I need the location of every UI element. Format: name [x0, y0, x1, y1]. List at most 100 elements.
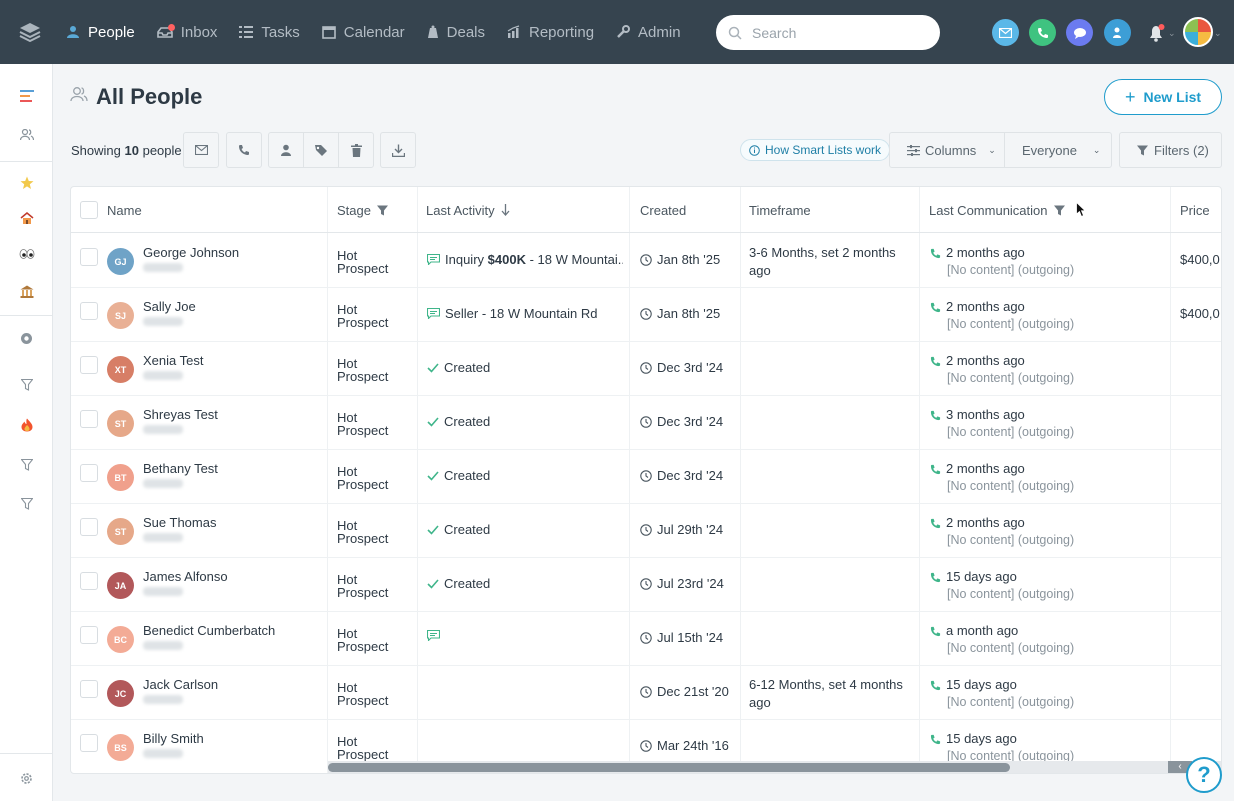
- stage-cell[interactable]: Hot Prospect: [337, 627, 407, 653]
- filters-button[interactable]: Filters (2): [1119, 132, 1222, 168]
- header-last-communication[interactable]: Last Communication: [929, 187, 1065, 233]
- table-row[interactable]: SJ Sally Joe Hot Prospect Seller - 18 W Mou…: [71, 288, 1221, 342]
- person-name-link[interactable]: Benedict Cumberbatch: [143, 623, 275, 638]
- people-group-icon[interactable]: [0, 123, 53, 147]
- row-checkbox[interactable]: [80, 464, 98, 482]
- delete-button[interactable]: [338, 132, 374, 168]
- row-checkbox[interactable]: [80, 410, 98, 428]
- stage-cell[interactable]: Hot Prospect: [337, 519, 407, 545]
- nav-admin[interactable]: Admin: [610, 0, 697, 64]
- horizontal-scrollbar[interactable]: ‹: [328, 761, 1221, 773]
- gear-badge-icon[interactable]: [0, 326, 53, 350]
- filter-icon[interactable]: [1053, 205, 1065, 216]
- nav-calendar[interactable]: Calendar: [316, 0, 421, 64]
- stage-cell[interactable]: Hot Prospect: [337, 357, 407, 383]
- stage-cell[interactable]: Hot Prospect: [337, 735, 407, 761]
- new-list-button[interactable]: + New List: [1104, 79, 1222, 115]
- last-communication-cell: 2 months ago: [930, 245, 1025, 260]
- table-row[interactable]: GJ George Johnson Hot Prospect Inquiry $400…: [71, 234, 1221, 288]
- person-name-link[interactable]: Sally Joe: [143, 299, 196, 314]
- lists-icon[interactable]: [0, 84, 53, 108]
- fire-icon[interactable]: [0, 413, 53, 437]
- everyone-dropdown[interactable]: Everyone ⌄: [1004, 132, 1112, 168]
- filter-icon[interactable]: [376, 205, 388, 216]
- person-name-link[interactable]: George Johnson: [143, 245, 239, 260]
- header-timeframe[interactable]: Timeframe: [749, 187, 811, 233]
- person-name-link[interactable]: Xenia Test: [143, 353, 203, 368]
- nav-people[interactable]: People: [60, 0, 151, 64]
- header-stage[interactable]: Stage: [337, 187, 388, 233]
- person-name-link[interactable]: Bethany Test: [143, 461, 218, 476]
- dialer-shortcut-button[interactable]: [1104, 19, 1131, 46]
- table-row[interactable]: BC Benedict Cumberbatch Hot Prospect Jul 15…: [71, 612, 1221, 666]
- smart-lists-help-link[interactable]: How Smart Lists work: [740, 139, 891, 161]
- eyes-icon[interactable]: [0, 242, 53, 266]
- notifications-chevron-icon[interactable]: ⌄: [1168, 28, 1176, 39]
- columns-dropdown[interactable]: Columns ⌄: [889, 132, 1005, 168]
- chat-shortcut-button[interactable]: [1066, 19, 1093, 46]
- table-row[interactable]: ST Sue Thomas Hot Prospect Created Jul 29th …: [71, 504, 1221, 558]
- stage-cell[interactable]: Hot Prospect: [337, 465, 407, 491]
- select-all-checkbox[interactable]: [80, 201, 98, 219]
- nav-reporting[interactable]: Reporting: [501, 0, 610, 64]
- scrollbar-thumb[interactable]: [328, 763, 1010, 772]
- header-name[interactable]: Name: [107, 187, 142, 233]
- person-name-link[interactable]: Billy Smith: [143, 731, 204, 746]
- nav-tasks[interactable]: Tasks: [233, 0, 315, 64]
- user-avatar[interactable]: [1183, 17, 1213, 47]
- row-checkbox[interactable]: [80, 680, 98, 698]
- table-row[interactable]: JA James Alfonso Hot Prospect Created Jul 23…: [71, 558, 1221, 612]
- house-icon[interactable]: [0, 206, 53, 230]
- row-checkbox[interactable]: [80, 572, 98, 590]
- last-communication-cell: 15 days ago: [930, 731, 1017, 746]
- row-checkbox[interactable]: [80, 302, 98, 320]
- row-checkbox[interactable]: [80, 626, 98, 644]
- table-row[interactable]: JC Jack Carlson Hot Prospect Dec 21st '20 6-…: [71, 666, 1221, 720]
- row-checkbox[interactable]: [80, 356, 98, 374]
- person-name-link[interactable]: Jack Carlson: [143, 677, 218, 692]
- activity-text: Seller - 18 W Mountain Rd: [445, 306, 598, 321]
- call-shortcut-button[interactable]: [1029, 19, 1056, 46]
- header-last-activity[interactable]: Last Activity: [426, 187, 510, 233]
- bank-icon[interactable]: [0, 279, 53, 303]
- communication-time: 15 days ago: [946, 731, 1017, 746]
- row-checkbox[interactable]: [80, 734, 98, 752]
- envelope-icon: [194, 145, 208, 155]
- settings-gear-icon[interactable]: [0, 766, 53, 790]
- stage-cell[interactable]: Hot Prospect: [337, 411, 407, 437]
- filter-icon[interactable]: [0, 373, 53, 397]
- bulk-call-button[interactable]: [226, 132, 262, 168]
- tag-button[interactable]: [303, 132, 339, 168]
- notifications-button[interactable]: [1142, 19, 1169, 46]
- nav-deals[interactable]: Deals: [421, 0, 501, 64]
- stage-cell[interactable]: Hot Prospect: [337, 573, 407, 599]
- search-input[interactable]: Search: [716, 15, 940, 50]
- help-button[interactable]: ?: [1186, 757, 1222, 793]
- row-checkbox[interactable]: [80, 518, 98, 536]
- header-price[interactable]: Price: [1180, 187, 1210, 233]
- table-row[interactable]: ST Shreyas Test Hot Prospect Created Dec 3rd…: [71, 396, 1221, 450]
- account-chevron-icon[interactable]: ⌄: [1214, 28, 1222, 39]
- stage-cell[interactable]: Hot Prospect: [337, 681, 407, 707]
- person-name-link[interactable]: Sue Thomas: [143, 515, 216, 530]
- stage-cell[interactable]: Hot Prospect: [337, 303, 407, 329]
- person-name-link[interactable]: Shreyas Test: [143, 407, 218, 422]
- sort-down-icon[interactable]: [501, 204, 510, 216]
- filter-icon[interactable]: [0, 492, 53, 516]
- bulk-email-button[interactable]: [183, 132, 219, 168]
- star-icon[interactable]: [0, 171, 53, 195]
- header-created[interactable]: Created: [640, 187, 686, 233]
- app-logo-icon[interactable]: [0, 0, 60, 64]
- table-row[interactable]: XT Xenia Test Hot Prospect Created Dec 3rd '…: [71, 342, 1221, 396]
- nav-inbox[interactable]: Inbox: [151, 0, 234, 64]
- filter-icon[interactable]: [0, 453, 53, 477]
- table-row[interactable]: BT Bethany Test Hot Prospect Created Dec 3rd…: [71, 450, 1221, 504]
- phone-icon: [930, 356, 941, 367]
- row-checkbox[interactable]: [80, 248, 98, 266]
- assign-button[interactable]: [268, 132, 304, 168]
- email-shortcut-button[interactable]: [992, 19, 1019, 46]
- person-name-link[interactable]: James Alfonso: [143, 569, 228, 584]
- stage-cell[interactable]: Hot Prospect: [337, 249, 407, 275]
- created-date: Jul 23rd '24: [657, 576, 724, 591]
- export-button[interactable]: [380, 132, 416, 168]
